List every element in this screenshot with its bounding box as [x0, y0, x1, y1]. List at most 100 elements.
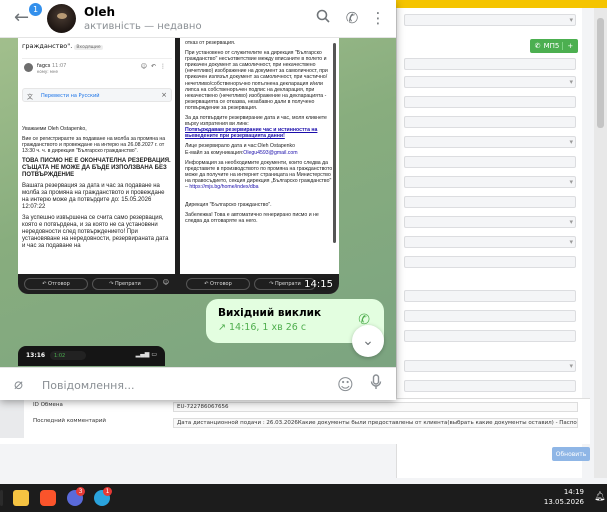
crm-field[interactable]: [404, 380, 576, 392]
paperclip-icon[interactable]: ⌀: [14, 375, 23, 393]
phone-icon: ✆: [534, 42, 541, 50]
chat-header: ← 1 Oleh активність — недавно ✆ ⋮: [0, 0, 396, 38]
crm-row-exchange-id: ID Обмена EU-722786067656: [0, 398, 590, 412]
sender-avatar: [24, 63, 33, 72]
forward-label: Препрати: [275, 281, 301, 287]
email-paragraph: При установено от служителите на дирекци…: [185, 50, 328, 111]
screenshot-message-2[interactable]: 13:16 1:02 ▂▄▆ ▭: [18, 346, 165, 366]
crm-field[interactable]: ▾: [404, 236, 576, 248]
microphone-icon[interactable]: [370, 374, 382, 394]
chat-badge: 3: [76, 487, 85, 496]
crm-field[interactable]: [404, 290, 576, 302]
clock-time[interactable]: 14:19: [556, 488, 584, 496]
screenshot-message[interactable]: гражданство". Входящие fagcs 11:07 кому: …: [18, 38, 339, 294]
email-greeting: Уважаеми Oleh Ostapenko,: [22, 126, 87, 132]
chevron-down-icon: ▾: [569, 78, 573, 86]
ministry-url: https://mjs.bg/home/index/dba: [189, 183, 259, 190]
reply-icon: ↶: [204, 281, 209, 287]
emoji-icon: ☺: [162, 279, 169, 286]
signal-icon: ▂▄▆ ▭: [135, 351, 157, 358]
sender-recipient: кому: мне: [37, 69, 58, 74]
crm-field[interactable]: [404, 196, 576, 208]
crm-field[interactable]: ▾: [404, 14, 576, 26]
crm-green-button[interactable]: ✆ МП5 +: [530, 39, 578, 53]
crm-row-value[interactable]: EU-722786067656: [173, 402, 578, 412]
translate-label: Перевести на Русский: [41, 93, 100, 99]
message-composer: ⌀ ☺: [0, 367, 396, 400]
email-paragraph: Лице резервирало дата и час:Oleh Ostapen…: [185, 143, 335, 155]
file-explorer-icon[interactable]: [13, 490, 29, 506]
chevron-down-icon: ▾: [569, 218, 573, 226]
telegram-window: ← 1 Oleh активність — недавно ✆ ⋮ гражда…: [0, 0, 396, 400]
contact-name[interactable]: Oleh: [84, 5, 115, 19]
back-arrow-icon[interactable]: ←: [14, 9, 29, 27]
crm-field[interactable]: [404, 58, 576, 70]
crm-field[interactable]: ▾: [404, 136, 576, 148]
call-pill: 1:02: [50, 351, 86, 360]
email-paragraph: За да потвърдите резервирание дата и час…: [185, 115, 335, 139]
clock-date[interactable]: 13.05.2026: [541, 498, 584, 506]
reply-label: Отговор: [48, 281, 70, 287]
more-vertical-icon[interactable]: ⋮: [369, 9, 387, 27]
outgoing-arrow-icon: ↗: [218, 322, 226, 333]
start-icon[interactable]: [0, 490, 3, 506]
email-body-continued: отказ от резервация. При установено от с…: [185, 40, 335, 228]
email-paragraph: отказ от резервация.: [185, 40, 236, 46]
email-subject-text: гражданство".: [22, 42, 73, 50]
notification-bell-icon[interactable]: 🔔︎: [594, 492, 605, 502]
crm-row-label: Последний комментарий: [33, 418, 106, 424]
confirm-link: Потвърждавам резервирание час и истиннос…: [185, 127, 318, 140]
call-details: ↗ 14:16, 1 хв 26 с: [218, 322, 306, 333]
crm-field[interactable]: [404, 116, 576, 128]
crm-field[interactable]: [404, 256, 576, 268]
crm-header-bar: [396, 0, 607, 8]
crm-field[interactable]: [404, 330, 576, 342]
translate-icon: 文: [27, 94, 34, 101]
taskbar: 3 1 14:19 13.05.2026 🔔︎: [0, 484, 607, 512]
crm-field[interactable]: [404, 156, 576, 168]
email-reply-pill: ↶ Отговор: [24, 278, 88, 290]
phone-icon[interactable]: ✆: [343, 9, 361, 27]
reply-label: Отговор: [210, 281, 232, 287]
email-body: Уважаеми Oleh Ostapenko, Вие се регистри…: [22, 126, 172, 254]
phone-status-time: 13:16: [26, 352, 46, 359]
sender-row: fagcs 11:07 кому: мне ☺↶⋮: [22, 58, 172, 74]
crm-field[interactable]: [404, 310, 576, 322]
crm-scrollbar-thumb[interactable]: [597, 18, 604, 128]
translate-bar: 文 Перевести на Русский ×: [22, 88, 172, 102]
message-input[interactable]: [42, 376, 322, 394]
update-button[interactable]: Обновить: [552, 447, 590, 461]
screenshot-scrollbar: [333, 43, 336, 243]
email-label: E-майл за комуникация:: [185, 149, 244, 156]
search-icon[interactable]: [314, 9, 332, 27]
crm-field[interactable]: ▾: [404, 76, 576, 88]
email-action-bar: ↶ Отговор ↷ Препрати ☺: [18, 274, 175, 294]
email-address: Olegu4593@gmail.com: [243, 149, 298, 156]
reply-icon: ↶: [150, 63, 160, 70]
crm-field[interactable]: ▾: [404, 360, 576, 372]
email-forward-pill: ↷ Препрати: [92, 278, 158, 290]
email-subject: гражданство". Входящие: [22, 42, 103, 50]
chevron-down-icon: ⌄: [362, 333, 374, 349]
crm-row-value[interactable]: Дата дистанционной подачи : 26.03.2026Ка…: [173, 418, 578, 428]
crm-field[interactable]: [404, 96, 576, 108]
crm-green-plus[interactable]: +: [562, 42, 573, 50]
brave-browser-icon[interactable]: [40, 490, 56, 506]
crm-field[interactable]: ▾: [404, 216, 576, 228]
email-reply-pill: ↶ Отговор: [186, 278, 250, 290]
avatar[interactable]: [47, 4, 76, 33]
inbox-tag: Входящие: [74, 45, 103, 50]
email-paragraph: Вашата резервация за дата и час за подав…: [22, 183, 165, 211]
crm-scrollbar[interactable]: [594, 8, 607, 478]
scroll-down-button[interactable]: ⌄: [352, 325, 384, 357]
crm-row-last-comment: Последний комментарий Дата дистанционной…: [0, 414, 590, 428]
email-paragraph-text: За да потвърдите резервирание дата и час…: [185, 115, 327, 128]
contact-status: активність — недавно: [84, 21, 202, 32]
email-note: Забележка! Това е автоматично генерирано…: [185, 212, 319, 225]
crm-field[interactable]: ▾: [404, 176, 576, 188]
email-paragraph: За успешно извършена се счита само резер…: [22, 215, 169, 250]
emoji-icon[interactable]: ☺: [337, 375, 354, 394]
email-warning: ТОВА ПИСМО НЕ Е ОКОНЧАТЕЛНА РЕЗЕРВАЦИЯ. …: [22, 158, 171, 179]
chevron-down-icon: ▾: [569, 178, 573, 186]
more-vertical-icon: ⋮: [160, 63, 170, 70]
